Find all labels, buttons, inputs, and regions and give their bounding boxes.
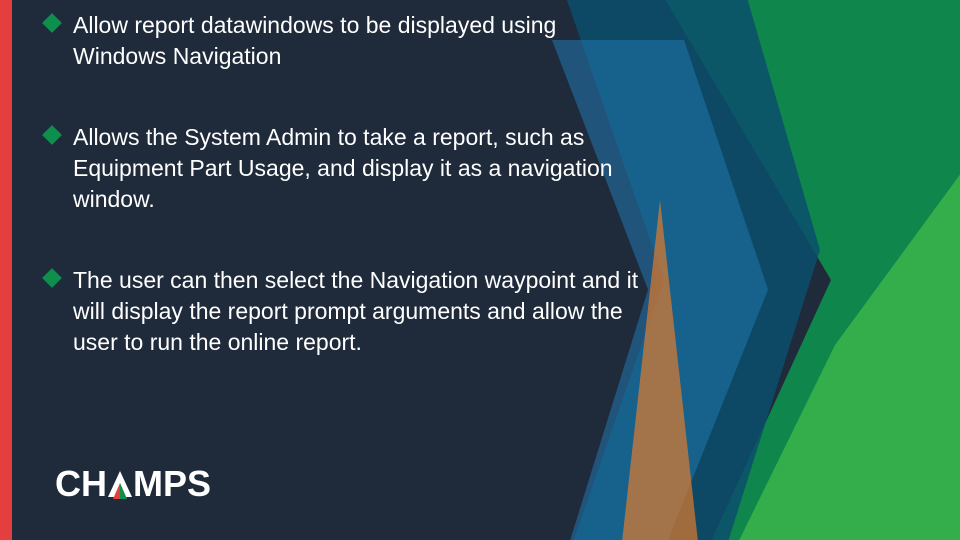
list-item-text: Allow report datawindows to be displayed…	[73, 12, 556, 69]
slide: Allow report datawindows to be displayed…	[0, 0, 960, 540]
logo-text-post: MPS	[133, 463, 211, 504]
champs-logo: CH MPS	[55, 466, 211, 502]
list-item: Allows the System Admin to take a report…	[45, 122, 645, 215]
bullet-diamond-icon	[42, 13, 62, 33]
list-item-text: The user can then select the Navigation …	[73, 267, 638, 355]
bullet-diamond-icon	[42, 125, 62, 145]
content-area: Allow report datawindows to be displayed…	[45, 10, 645, 408]
list-item-text: Allows the System Admin to take a report…	[73, 124, 613, 212]
bullet-diamond-icon	[42, 268, 62, 288]
list-item: Allow report datawindows to be displayed…	[45, 10, 645, 72]
logo-a-icon	[107, 466, 133, 502]
list-item: The user can then select the Navigation …	[45, 265, 645, 358]
bullet-list: Allow report datawindows to be displayed…	[45, 10, 645, 358]
logo-text-pre: CH	[55, 463, 107, 504]
accent-bar-left	[0, 0, 12, 540]
